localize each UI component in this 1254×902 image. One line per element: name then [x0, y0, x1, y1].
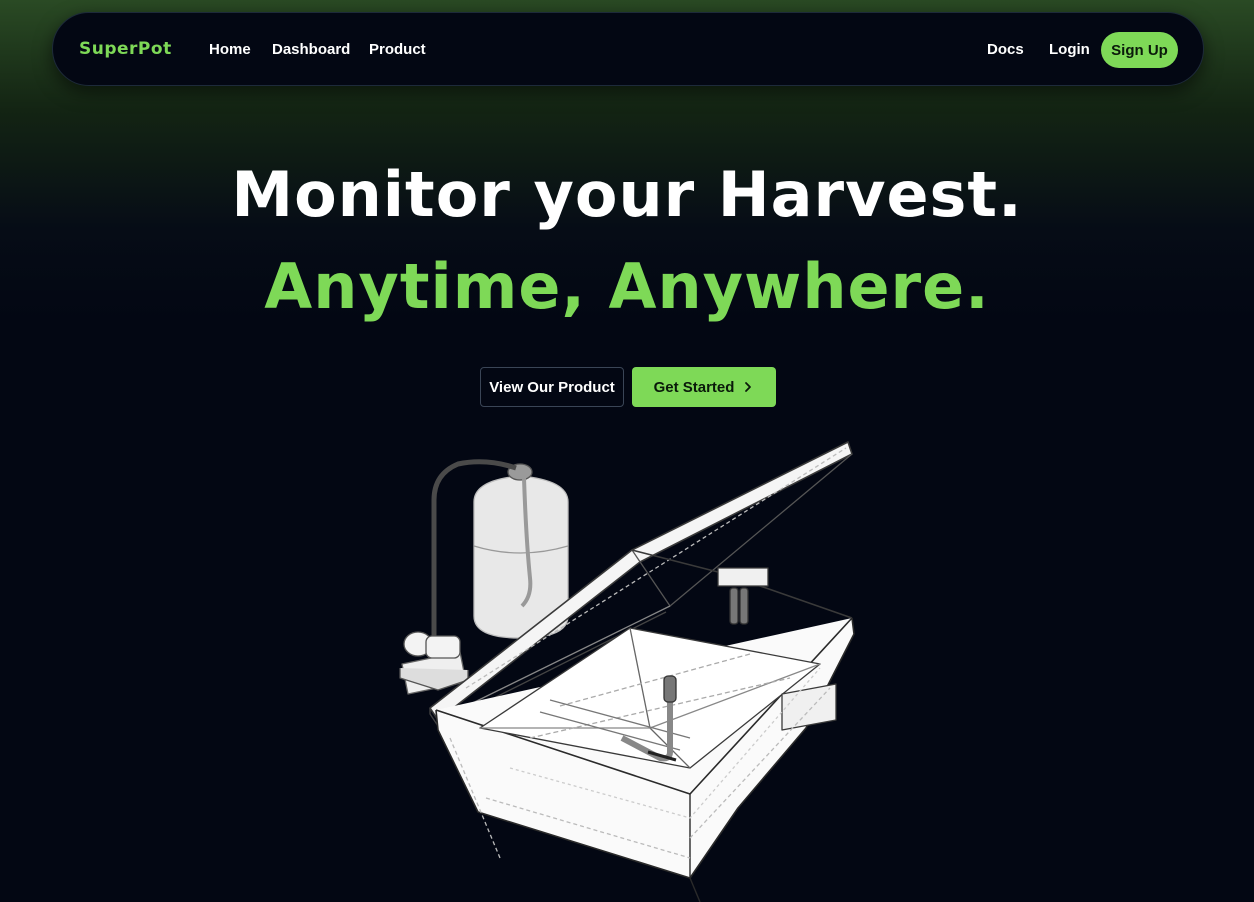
view-product-button[interactable]: View Our Product: [480, 367, 624, 407]
signup-button[interactable]: Sign Up: [1101, 32, 1178, 68]
nav-product-link[interactable]: Product: [369, 41, 426, 58]
view-product-label: View Our Product: [489, 378, 615, 396]
signup-button-label: Sign Up: [1111, 41, 1168, 59]
get-started-button[interactable]: Get Started: [632, 367, 776, 407]
top-navbar: SuperPot Home Dashboard Product Docs Log…: [52, 12, 1204, 86]
get-started-label: Get Started: [653, 378, 735, 396]
superpot-device-illustration: [399, 441, 855, 902]
nav-home-link[interactable]: Home: [209, 41, 251, 58]
brand-logo[interactable]: SuperPot: [79, 39, 172, 59]
login-link[interactable]: Login: [1049, 41, 1090, 58]
hero-headline: Monitor your Harvest.: [231, 158, 1023, 231]
hero-subheadline: Anytime, Anywhere.: [264, 250, 990, 323]
chevron-right-icon: [745, 382, 752, 392]
nav-docs-link[interactable]: Docs: [987, 41, 1024, 58]
nav-dashboard-link[interactable]: Dashboard: [272, 41, 350, 58]
